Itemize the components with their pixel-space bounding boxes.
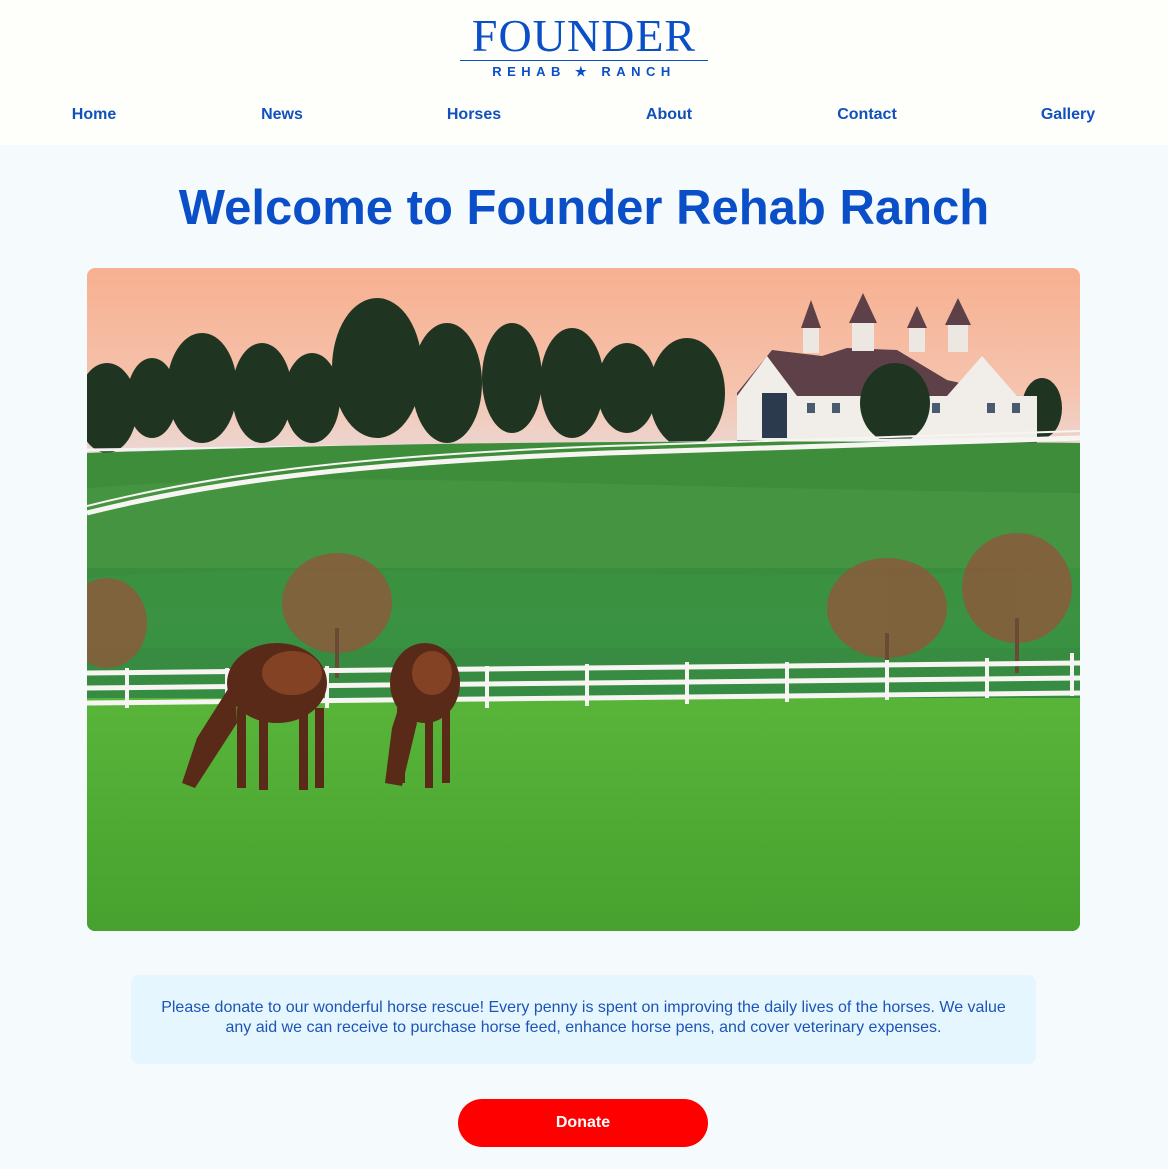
donation-message-box: Please donate to our wonderful horse res…	[131, 975, 1036, 1064]
logo-divider	[460, 60, 708, 61]
nav-home[interactable]: Home	[62, 100, 126, 130]
nav-news[interactable]: News	[250, 100, 314, 130]
nav-horses[interactable]: Horses	[438, 100, 510, 130]
nav-about[interactable]: About	[637, 100, 701, 130]
hero-image	[87, 268, 1080, 931]
main-nav: Home News Horses About Contact Gallery	[0, 100, 1168, 130]
site-logo[interactable]: FOUNDER REHAB ★ RANCH	[458, 12, 710, 82]
logo-subtitle: REHAB ★ RANCH	[492, 64, 676, 79]
donate-button[interactable]: Donate	[458, 1099, 708, 1147]
logo-title: FOUNDER	[471, 10, 697, 61]
nav-contact[interactable]: Contact	[826, 100, 908, 130]
donation-message: Please donate to our wonderful horse res…	[161, 999, 1006, 1036]
site-header: FOUNDER REHAB ★ RANCH Home News Horses A…	[0, 0, 1168, 145]
nav-gallery[interactable]: Gallery	[1030, 100, 1106, 130]
page-title: Welcome to Founder Rehab Ranch	[178, 181, 990, 235]
